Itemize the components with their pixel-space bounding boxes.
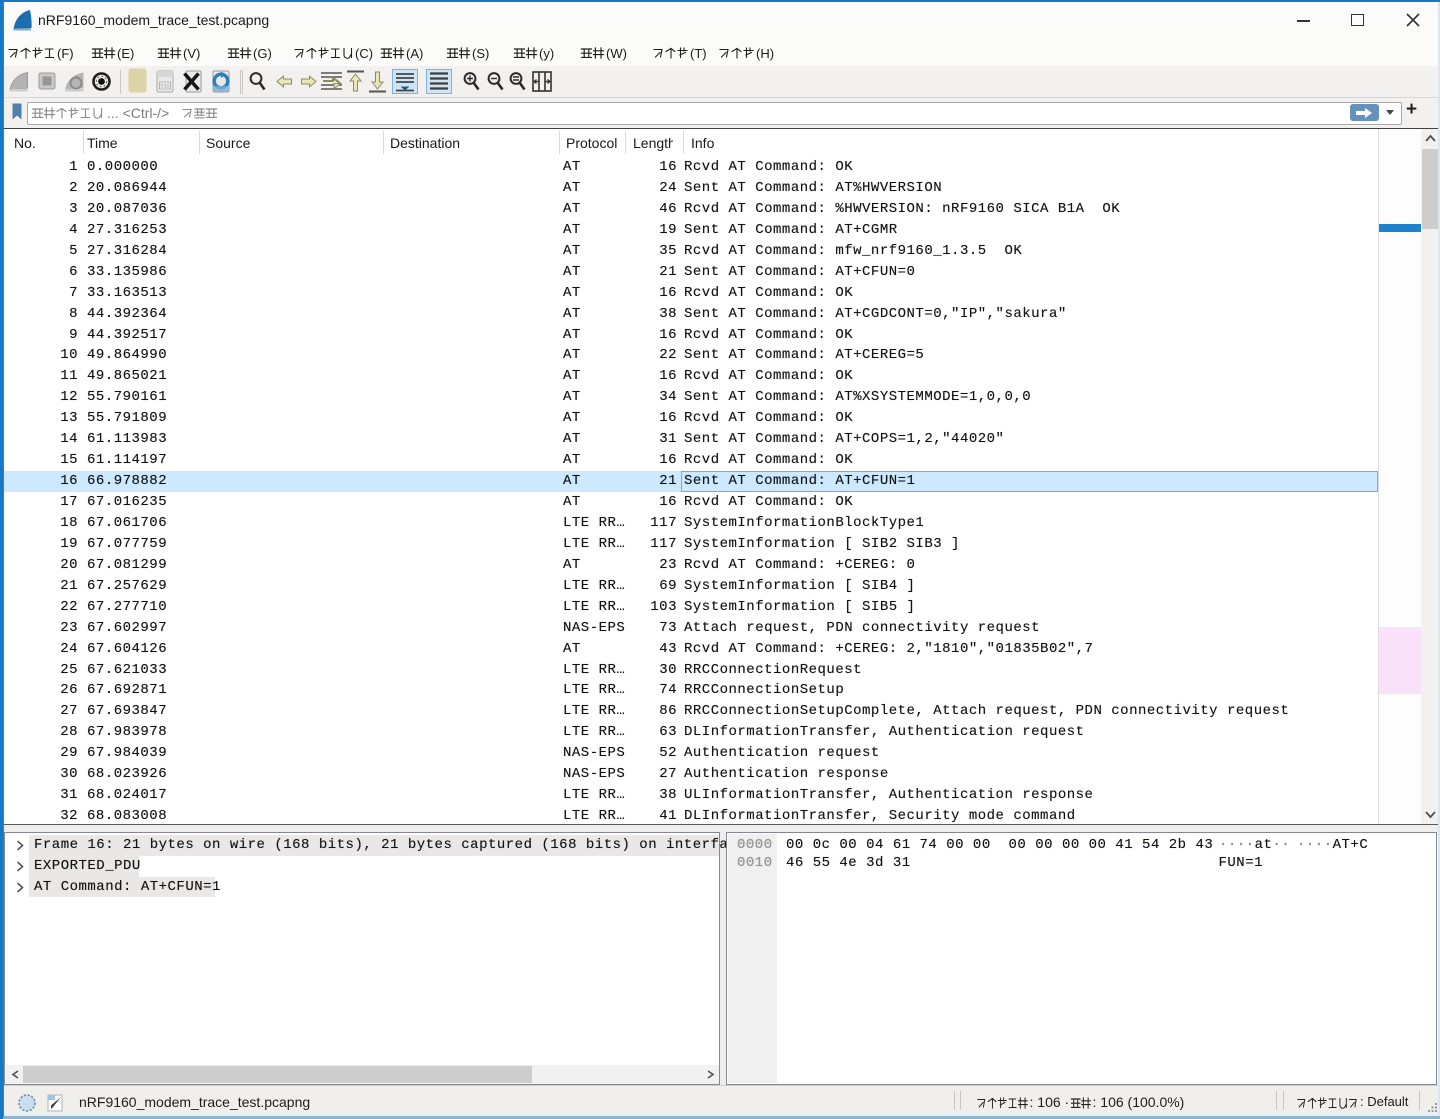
- svg-text:010: 010: [160, 84, 169, 90]
